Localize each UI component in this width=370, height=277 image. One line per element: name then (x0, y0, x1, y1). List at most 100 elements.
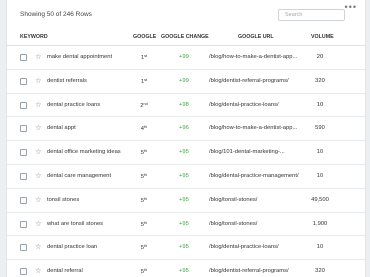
keyword-cell[interactable]: dental practice loans (47, 102, 100, 108)
google-url-cell[interactable]: /blog/tonsil-stones/ (209, 221, 257, 227)
rank-suffix: nd (143, 101, 148, 106)
row-checkbox[interactable] (20, 268, 27, 276)
keyword-cell[interactable]: dental practice loan (47, 244, 97, 250)
column-header-google-change[interactable]: GOOGLE CHANGE (161, 34, 209, 40)
google-url-cell[interactable]: /blog/dental-practice-loans/ (209, 102, 279, 108)
google-url-cell[interactable]: /blog/dentist-referral-programs/ (209, 268, 289, 274)
google-url-cell[interactable]: /blog/tonsil-stones/ (209, 197, 257, 203)
rank-suffix: th (144, 196, 148, 201)
volume-cell: 10 (316, 149, 324, 156)
star-icon[interactable]: ☆ (35, 147, 42, 156)
row-checkbox[interactable] (20, 77, 27, 85)
google-url-cell[interactable]: /blog/how-to-make-a-dentist-app... (209, 54, 297, 60)
rank-suffix: th (144, 149, 148, 154)
star-icon[interactable]: ☆ (35, 171, 42, 180)
google-change-cell: +95 (179, 220, 189, 227)
row-checkbox[interactable] (20, 196, 27, 204)
row-checkbox[interactable] (20, 172, 27, 180)
google-rank-cell: 1st (138, 54, 150, 61)
star-icon[interactable]: ☆ (35, 76, 42, 85)
volume-cell: 10 (316, 172, 324, 179)
google-rank-cell: 5th (138, 221, 150, 228)
row-checkbox[interactable] (20, 244, 27, 252)
table-row[interactable]: ☆ tonsil stones 5th +95/blog/tonsil-stones/… (7, 189, 365, 213)
table-row[interactable]: ☆ dental referral 5th +95/blog/dentist-refe… (7, 260, 365, 277)
table-row[interactable]: ☆ dental appt 4th +96/blog/how-to-make-a-de… (7, 117, 365, 142)
table-row[interactable]: ☆ dental practice loan 5th +95/blog/dental-… (7, 236, 365, 261)
google-change-cell: +99 (179, 54, 189, 60)
more-dots-icon[interactable]: ••• (345, 3, 357, 12)
google-url-cell[interactable]: /blog/101-dental-marketing-... (209, 149, 285, 155)
keyword-cell[interactable]: tonsil stones (47, 197, 79, 203)
volume-cell: 10 (316, 101, 324, 108)
row-checkbox[interactable] (20, 54, 27, 61)
google-url-cell[interactable]: /blog/dental-practice-loans/ (209, 244, 279, 250)
google-change-cell: +96 (179, 125, 189, 132)
google-rank-cell: 5th (138, 244, 150, 251)
search-input[interactable] (278, 9, 345, 21)
star-icon[interactable]: ☆ (35, 123, 42, 132)
column-header-google[interactable]: GOOGLE (133, 34, 156, 40)
rank-suffix: st (144, 54, 148, 58)
row-checkbox[interactable] (20, 220, 27, 228)
table-row[interactable]: ☆ what are tonsil stones 5th +95/blog/tonsi… (7, 213, 365, 237)
rank-suffix: th (144, 172, 148, 177)
volume-cell: 320 (315, 77, 325, 84)
google-url-cell[interactable]: /blog/how-to-make-a-dentist-app... (209, 125, 297, 131)
google-change-cell: +98 (179, 101, 189, 108)
google-rank-cell: 5th (138, 173, 150, 180)
google-change-cell: +95 (179, 268, 189, 275)
table-header: KEYWORD GOOGLE GOOGLE CHANGE GOOGLE URL … (7, 31, 365, 46)
keyword-cell[interactable]: dental care management (47, 173, 111, 179)
rank-suffix: th (144, 125, 148, 130)
google-rank-cell: 4th (138, 125, 150, 132)
rank-suffix: th (144, 268, 148, 273)
star-icon[interactable]: ☆ (35, 219, 42, 228)
column-header-keyword[interactable]: KEYWORD (20, 34, 48, 40)
volume-cell: 590 (315, 125, 325, 132)
google-url-cell[interactable]: /blog/dental-practice-management/ (209, 173, 299, 179)
keyword-cell[interactable]: dental office marketing ideas (47, 149, 121, 155)
table-row[interactable]: ☆ make dental appointment 1st +99/blog/how-… (7, 46, 365, 70)
row-checkbox[interactable] (20, 149, 27, 157)
table-row[interactable]: ☆ dental office marketing ideas 5th +95/blo… (7, 141, 365, 165)
keywords-panel: ••• Showing 50 of 246 Rows KEYWORD GOOGL… (6, 0, 366, 277)
star-icon[interactable]: ☆ (35, 100, 42, 109)
table-row[interactable]: ☆ dental practice loans 2nd +98/blog/dental… (7, 94, 365, 118)
google-rank-cell: 2nd (138, 102, 150, 109)
google-change-cell: +95 (179, 196, 189, 203)
star-icon[interactable]: ☆ (35, 195, 42, 204)
keyword-cell[interactable]: what are tonsil stones (47, 221, 103, 227)
row-count-text: Showing 50 of 246 Rows (20, 11, 92, 18)
volume-cell: 10 (316, 244, 324, 251)
google-rank-cell: 5th (138, 268, 150, 275)
row-checkbox[interactable] (20, 101, 27, 109)
row-checkbox[interactable] (20, 125, 27, 133)
google-change-cell: +95 (179, 244, 189, 251)
volume-cell: 320 (315, 268, 325, 275)
google-rank-cell: 1st (138, 78, 150, 85)
keyword-cell[interactable]: make dental appointment (47, 54, 112, 60)
google-change-cell: +95 (179, 149, 189, 156)
column-header-volume[interactable]: VOLUME (311, 34, 334, 40)
table-row[interactable]: ☆ dental care management 5th +95/blog/denta… (7, 165, 365, 189)
keyword-cell[interactable]: dentist referrals (47, 78, 87, 84)
column-header-google-url[interactable]: GOOGLE URL (238, 34, 274, 40)
rank-suffix: st (144, 77, 148, 82)
table-row[interactable]: ☆ dentist referrals 1st +99/blog/dentist-re… (7, 70, 365, 94)
rank-suffix: th (144, 244, 148, 249)
google-rank-cell: 5th (138, 197, 150, 204)
star-icon[interactable]: ☆ (35, 242, 42, 251)
volume-cell: 20 (316, 54, 324, 60)
star-icon[interactable]: ☆ (35, 52, 42, 61)
rank-suffix: th (144, 220, 148, 225)
keyword-cell[interactable]: dental referral (47, 268, 83, 274)
google-change-cell: +95 (179, 172, 189, 179)
google-rank-cell: 5th (138, 149, 150, 156)
keyword-cell[interactable]: dental appt (47, 125, 76, 131)
table-body: ☆ make dental appointment 1st +99/blog/how-… (7, 46, 365, 277)
volume-cell: 49,500 (311, 196, 329, 203)
google-url-cell[interactable]: /blog/dentist-referral-programs/ (209, 78, 289, 84)
star-icon[interactable]: ☆ (35, 266, 42, 275)
google-change-cell: +99 (179, 77, 189, 84)
